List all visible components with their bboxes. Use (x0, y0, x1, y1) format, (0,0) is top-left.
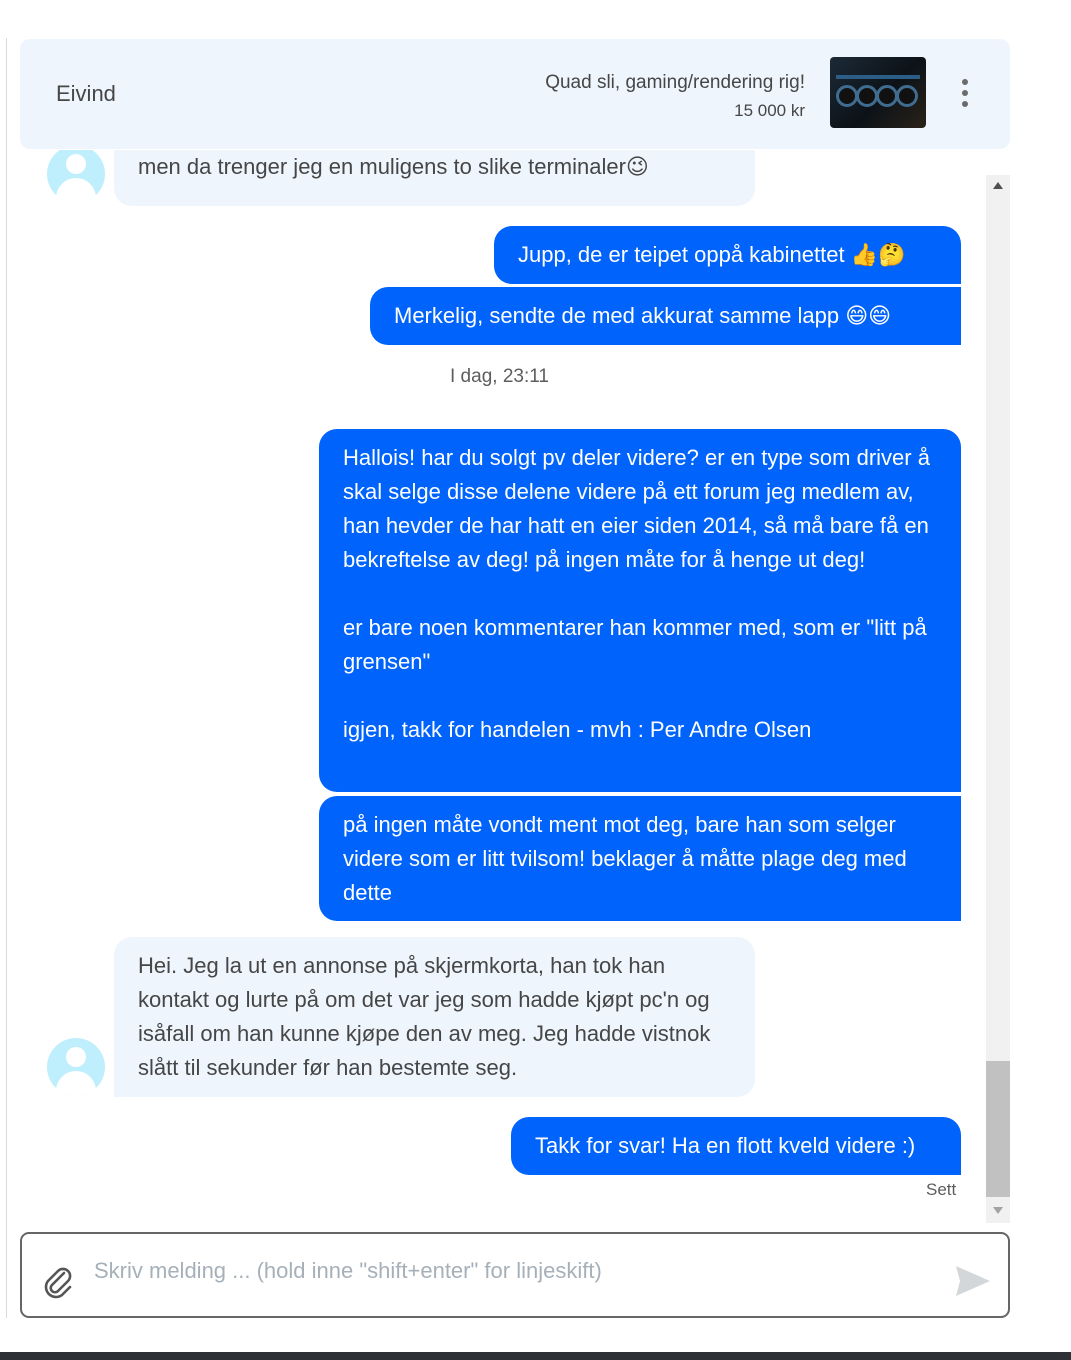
message-input[interactable] (92, 1252, 916, 1290)
chat-scrollbar[interactable] (986, 175, 1010, 1223)
left-divider (6, 38, 7, 1318)
message-incoming: Hei. Jeg la ut en annonse på skjermkorta… (114, 937, 755, 1097)
message-list: men da trenger jeg en muligens to slike … (20, 150, 986, 1223)
contact-name[interactable]: Eivind (56, 81, 116, 107)
message-timestamp: I dag, 23:11 (450, 366, 549, 387)
message-outgoing: Takk for svar! Ha en flott kveld videre … (511, 1117, 961, 1175)
message-outgoing: Merkelig, sendte de med akkurat samme la… (370, 287, 961, 345)
ad-thumbnail[interactable] (830, 57, 926, 128)
paperclip-icon[interactable] (40, 1264, 76, 1300)
message-text: Merkelig, sendte de med akkurat samme la… (394, 303, 892, 328)
message-text: Hei. Jeg la ut en annonse på skjermkorta… (138, 953, 717, 1080)
message-text: på ingen måte vondt ment mot deg, bare h… (343, 812, 913, 905)
conversation-header: Eivind Quad sli, gaming/rendering rig! 1… (20, 39, 1010, 149)
message-composer (20, 1232, 1010, 1318)
avatar (47, 150, 105, 203)
scroll-up-arrow-icon[interactable] (993, 182, 1003, 189)
message-text: Jupp, de er teipet oppå kabinettet 👍🤔 (518, 242, 906, 267)
ad-price: 15 000 kr (734, 101, 805, 120)
vertical-dots-icon[interactable] (955, 79, 975, 113)
message-outgoing: Hallois! har du solgt pv deler videre? e… (319, 429, 961, 792)
message-outgoing: Jupp, de er teipet oppå kabinettet 👍🤔 (494, 226, 961, 284)
window-bottom-bar (0, 1352, 1071, 1360)
scrollbar-thumb[interactable] (986, 1061, 1010, 1197)
message-text: men da trenger jeg en muligens to slike … (138, 154, 649, 179)
send-arrow-icon[interactable] (954, 1264, 992, 1298)
scroll-down-arrow-icon[interactable] (993, 1207, 1003, 1214)
message-text: Hallois! har du solgt pv deler videre? e… (343, 445, 930, 742)
message-text: Takk for svar! Ha en flott kveld videre … (535, 1133, 916, 1158)
message-outgoing: på ingen måte vondt ment mot deg, bare h… (319, 796, 961, 921)
ad-title[interactable]: Quad sli, gaming/rendering rig! (545, 72, 805, 94)
message-incoming: men da trenger jeg en muligens to slike … (114, 150, 755, 206)
read-status: Sett (926, 1180, 957, 1199)
avatar (47, 1038, 105, 1096)
